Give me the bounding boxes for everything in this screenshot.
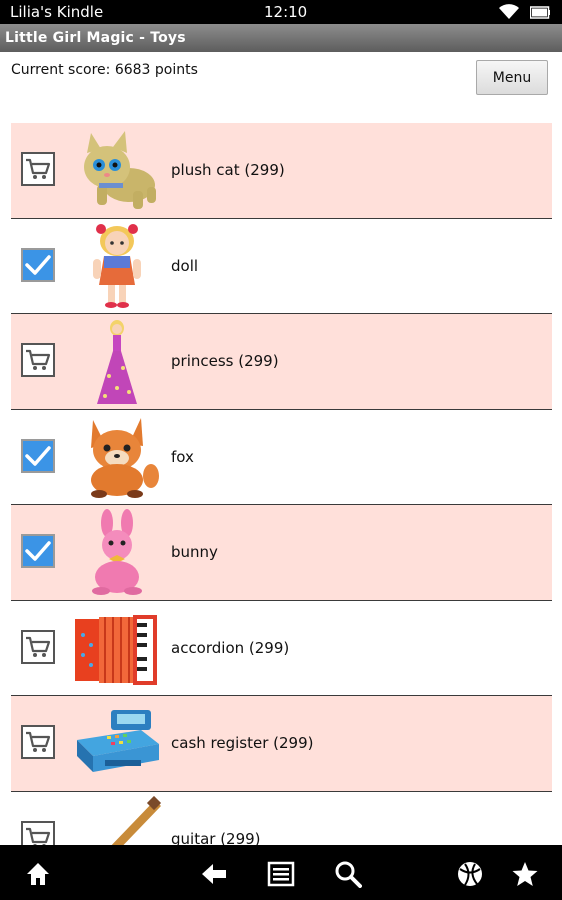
shopping-cart-icon	[26, 349, 51, 370]
device-name: Lilia's Kindle	[10, 3, 104, 21]
fox-image	[91, 417, 159, 498]
list-item[interactable]: bunny	[11, 505, 552, 601]
list-item[interactable]: princess (299)	[11, 314, 552, 410]
cart-checkbox[interactable]	[21, 629, 55, 664]
guitar-image	[111, 795, 162, 845]
checkmark-icon	[25, 254, 51, 275]
list-item[interactable]: accordion (299)	[11, 601, 552, 696]
toy-list[interactable]: plush cat (299) doll princess (299) fox …	[11, 123, 552, 845]
item-label: fox	[171, 447, 194, 466]
item-label: princess (299)	[171, 352, 279, 370]
back-icon[interactable]	[200, 860, 228, 888]
item-label: cash register (299)	[171, 734, 314, 752]
item-label: plush cat (299)	[171, 161, 285, 179]
shopping-cart-icon	[26, 636, 51, 657]
owned-checkbox[interactable]	[21, 534, 55, 568]
title-bar: Little Girl Magic - Toys	[0, 24, 562, 52]
wifi-icon	[499, 4, 519, 19]
shopping-cart-icon	[26, 731, 51, 752]
owned-checkbox[interactable]	[21, 247, 55, 282]
plush-cat-image	[84, 131, 156, 209]
list-item[interactable]: guitar (299)	[11, 792, 552, 846]
list-item[interactable]: fox	[11, 410, 552, 505]
doll-image	[93, 223, 141, 308]
score-label: Current score: 6683 points	[11, 62, 198, 78]
item-label: guitar (299)	[171, 829, 261, 846]
home-icon[interactable]	[24, 860, 52, 888]
shopping-cart-icon	[26, 158, 51, 179]
bottom-nav-bar	[0, 845, 562, 900]
cart-checkbox[interactable]	[21, 725, 55, 759]
bunny-image	[92, 509, 142, 595]
status-bar: Lilia's Kindle 12:10	[0, 0, 562, 24]
battery-icon	[530, 6, 550, 19]
menu-button[interactable]: Menu	[476, 60, 548, 95]
list-item[interactable]: cash register (299)	[11, 696, 552, 792]
list-item[interactable]: plush cat (299)	[11, 123, 552, 219]
cart-checkbox[interactable]	[21, 820, 55, 845]
menu-list-icon[interactable]	[267, 860, 295, 888]
item-label: bunny	[171, 543, 218, 561]
cash-register-image	[77, 710, 159, 772]
shopping-cart-icon	[26, 827, 51, 845]
princess-image	[97, 320, 137, 404]
item-label: doll	[171, 256, 199, 275]
owned-checkbox[interactable]	[21, 438, 55, 473]
ball-icon[interactable]	[456, 860, 484, 888]
accordion-image	[75, 614, 157, 685]
checkmark-icon	[25, 445, 51, 466]
status-clock: 12:10	[264, 3, 308, 21]
list-item[interactable]: doll	[11, 219, 552, 314]
checkmark-icon	[25, 541, 51, 561]
cart-checkbox[interactable]	[21, 343, 55, 377]
cart-checkbox[interactable]	[21, 152, 55, 186]
page-title: Little Girl Magic - Toys	[5, 30, 186, 46]
item-label: accordion (299)	[171, 638, 290, 657]
favorites-star-icon[interactable]	[511, 860, 539, 888]
search-icon[interactable]	[334, 860, 362, 888]
